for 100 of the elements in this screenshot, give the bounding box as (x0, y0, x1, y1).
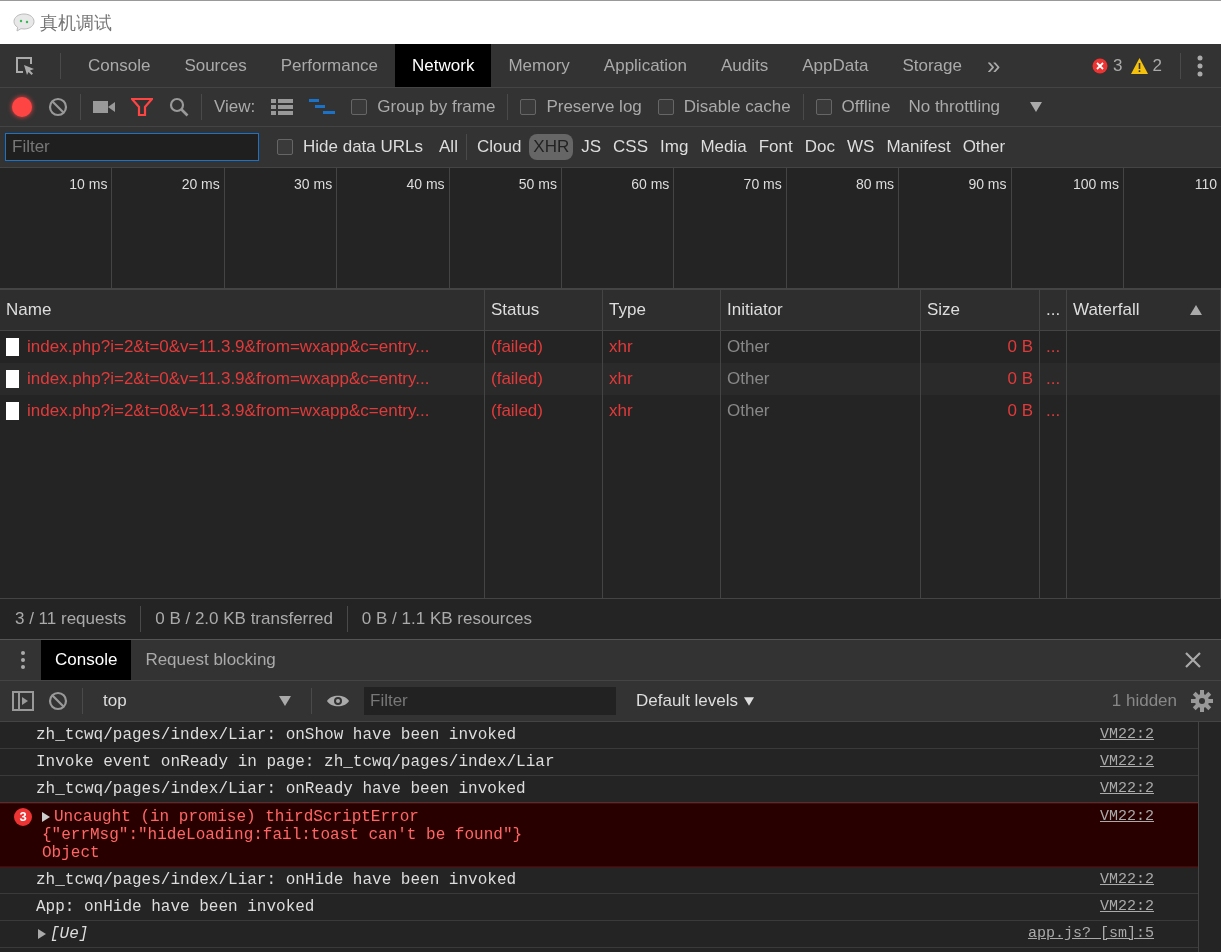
column-header[interactable]: Size (927, 300, 961, 320)
error-message: Uncaught (in promise) thirdScriptError (54, 808, 419, 826)
throttling-dropdown[interactable]: No throttling (902, 96, 1049, 118)
warning-count: 2 (1152, 55, 1162, 76)
type-filter-button[interactable]: Img (656, 134, 693, 160)
log-levels-dropdown[interactable]: Default levels (630, 690, 761, 712)
hidden-count: 1 hidden (1111, 691, 1177, 711)
filter-icon[interactable] (131, 97, 153, 117)
warning-icon (1130, 57, 1148, 74)
checkbox[interactable] (351, 99, 368, 115)
table-cell: 0 B (1007, 369, 1033, 389)
caret-icon (1030, 102, 1043, 112)
document-icon (6, 402, 19, 420)
expand-arrow-icon[interactable] (38, 929, 46, 939)
view-label: View: (214, 97, 256, 117)
checkbox-label: Preserve log (546, 97, 642, 117)
clear-icon[interactable] (48, 691, 68, 711)
source-link[interactable]: VM22:2 (1100, 753, 1154, 771)
checkbox-label: Group by frame (377, 97, 496, 117)
source-link[interactable]: app.js? [sm]:5 (1027, 925, 1154, 943)
close-icon[interactable] (1185, 652, 1201, 668)
source-link[interactable]: VM22:2 (1100, 780, 1154, 798)
error-message: Object (41, 844, 101, 862)
checkbox[interactable] (657, 99, 674, 115)
time-tick-label: 30 ms (294, 176, 333, 192)
object-preview[interactable]: [Ue] (50, 925, 89, 943)
type-filter-button[interactable]: Cloud (472, 134, 526, 160)
column-header[interactable]: Name (6, 300, 52, 320)
source-link[interactable]: VM22:2 (1100, 871, 1154, 889)
panel-tab[interactable]: Storage (885, 44, 979, 87)
eye-icon[interactable] (326, 693, 350, 709)
waterfall-view-icon[interactable] (309, 99, 336, 115)
sort-ascending-icon[interactable] (1190, 305, 1202, 315)
column-header[interactable]: ... (1046, 300, 1061, 320)
log-message: zh_tcwq/pages/index/Liar: onHide have been invoked (36, 871, 517, 889)
search-icon[interactable] (169, 97, 189, 117)
time-tick-label: 70 ms (743, 176, 782, 192)
request-name[interactable]: index.php?i=2&t=0&v=11.3.9&from=wxapp&c=entry... (27, 401, 430, 421)
panel-tab[interactable]: Audits (704, 44, 786, 87)
panel-tab[interactable]: Console (71, 44, 168, 87)
list-view-icon[interactable] (271, 99, 294, 115)
type-filter-button[interactable]: Media (696, 134, 751, 160)
filter-field[interactable]: Filter (5, 133, 259, 161)
checkbox[interactable] (277, 139, 293, 155)
inspect-icon[interactable] (14, 54, 36, 77)
checkbox[interactable] (815, 99, 832, 115)
drawer-menu-icon[interactable] (20, 650, 26, 670)
table-cell: 0 B (1007, 401, 1033, 421)
sidebar-toggle-icon[interactable] (12, 691, 34, 711)
type-filter-button[interactable]: Doc (800, 134, 839, 160)
type-filter-button[interactable]: Font (754, 134, 797, 160)
context-dropdown[interactable]: top (97, 690, 297, 712)
column-header[interactable]: Status (491, 300, 540, 320)
video-camera-icon[interactable] (93, 100, 115, 114)
summary-text: 3 / 11 requests (15, 609, 127, 629)
table-cell: xhr (609, 337, 633, 357)
drawer-tab[interactable]: Request blocking (131, 640, 290, 680)
more-tabs-button[interactable]: » (979, 44, 1009, 87)
time-tick-label: 110 (1194, 176, 1217, 192)
source-link[interactable]: VM22:2 (1100, 898, 1154, 916)
request-name[interactable]: index.php?i=2&t=0&v=11.3.9&from=wxapp&c=entry... (27, 337, 430, 357)
settings-icon[interactable] (1191, 690, 1213, 712)
type-filter-button[interactable]: All (435, 134, 462, 160)
panel-tab[interactable]: AppData (785, 44, 886, 87)
console-filter-field[interactable]: Filter (364, 687, 616, 715)
menu-icon[interactable] (1197, 54, 1203, 77)
column-header[interactable]: Type (609, 300, 646, 320)
type-filter-button[interactable]: Manifest (882, 134, 955, 160)
source-link[interactable]: VM22:2 (1100, 726, 1154, 744)
checkbox[interactable] (520, 99, 537, 115)
document-icon (6, 370, 19, 388)
error-message: {"errMsg":"hideLoading:fail:toast can't be found"} (41, 826, 523, 844)
drawer-tab[interactable]: Console (41, 640, 132, 680)
table-cell: xhr (609, 401, 633, 421)
table-cell: Other (727, 369, 770, 389)
table-cell: 0 B (1007, 337, 1033, 357)
log-message: zh_tcwq/pages/index/Liar: onShow have been invoked (36, 726, 517, 744)
column-header[interactable]: Initiator (727, 300, 783, 320)
panel-tab[interactable]: Performance (263, 44, 396, 87)
source-link[interactable]: VM22:2 (1100, 808, 1154, 826)
record-button[interactable] (12, 97, 32, 117)
summary-text: 0 B / 2.0 KB transferred (155, 609, 333, 629)
panel-tab[interactable]: Application (586, 44, 704, 87)
type-filter-button[interactable]: Other (958, 134, 1010, 160)
panel-tab[interactable]: Sources (167, 44, 264, 87)
table-cell: ... (1046, 369, 1061, 389)
clear-icon[interactable] (48, 97, 68, 117)
time-tick-label: 100 ms (1073, 176, 1119, 192)
error-count-badge: 3 (14, 808, 32, 826)
table-cell: Other (727, 337, 770, 357)
column-header[interactable]: Waterfall (1073, 300, 1140, 320)
expand-arrow-icon[interactable] (42, 812, 50, 822)
type-filter-button[interactable]: CSS (609, 134, 653, 160)
time-tick-label: 50 ms (518, 176, 557, 192)
type-filter-button[interactable]: WS (843, 134, 879, 160)
type-filter-button[interactable]: JS (577, 134, 606, 160)
panel-tab[interactable]: Memory (491, 44, 587, 87)
log-message: Invoke event onReady in page: zh_tcwq/pages/index/Liar (36, 753, 555, 771)
checkbox-label: Disable cache (683, 97, 791, 117)
panel-tab[interactable]: Network (395, 44, 492, 87)
